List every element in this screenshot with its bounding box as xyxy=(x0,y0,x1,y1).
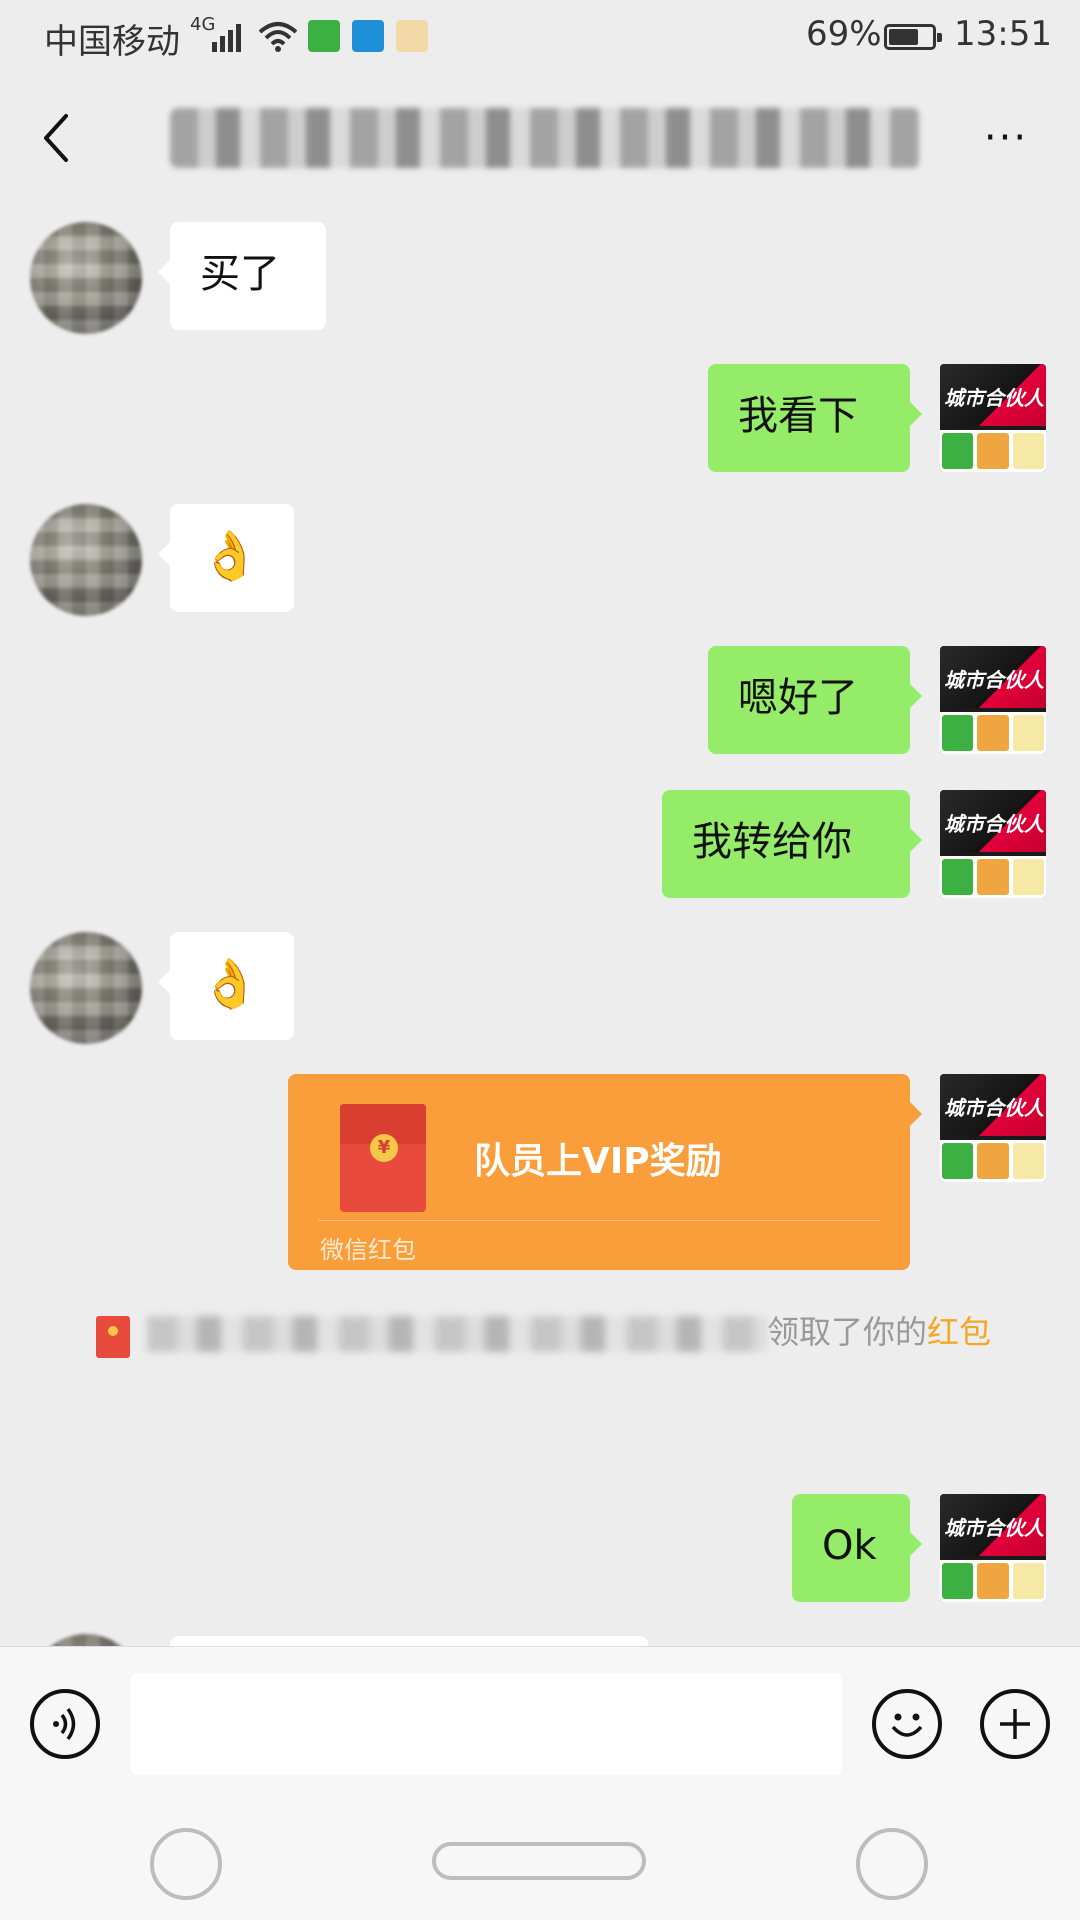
avatar-brand-text: 城市合伙人 xyxy=(944,668,1044,692)
input-bar xyxy=(0,1646,1080,1803)
message-bubble-incoming[interactable]: 买了 xyxy=(158,222,326,330)
message-list[interactable]: 买了 城市合伙人 我看下 👌 城市合伙人 嗯好了 城市合伙人 我转给你 👌 城市… xyxy=(0,198,1080,1646)
message-bubble-outgoing[interactable]: 我看下 xyxy=(708,364,922,472)
message-bubble-outgoing[interactable]: Ok xyxy=(792,1494,922,1602)
self-avatar[interactable]: 城市合伙人 xyxy=(940,364,1046,472)
self-avatar[interactable]: 城市合伙人 xyxy=(940,646,1046,754)
chat-title-redacted xyxy=(170,108,920,168)
contact-avatar[interactable] xyxy=(30,932,142,1044)
carrier-name: 中国移动 xyxy=(44,22,180,62)
signal-icon xyxy=(212,24,241,52)
fitness-app-icon xyxy=(352,20,384,52)
back-arrow-icon[interactable] xyxy=(30,108,90,168)
clock: 13:51 xyxy=(954,14,1052,54)
message-input[interactable] xyxy=(130,1673,842,1775)
more-options-button[interactable]: ··· xyxy=(976,118,1036,158)
assistant-icon[interactable] xyxy=(856,1828,928,1900)
self-avatar[interactable]: 城市合伙人 xyxy=(940,790,1046,898)
tiger-app-icon xyxy=(396,20,428,52)
self-avatar[interactable]: 城市合伙人 xyxy=(940,1074,1046,1182)
red-envelope-icon: ¥ xyxy=(340,1104,426,1212)
status-bar: 中国移动 4G 69% 13:51 xyxy=(0,0,1080,78)
voice-icon xyxy=(53,1707,76,1741)
red-packet-label: 微信红包 xyxy=(320,1236,416,1264)
message-bubble-incoming-emoji[interactable]: 👌 xyxy=(158,504,294,612)
contact-avatar[interactable] xyxy=(30,222,142,334)
system-nav-bar xyxy=(0,1802,1080,1920)
red-packet-card[interactable]: ¥ 队员上VIP奖励 微信红包 xyxy=(288,1074,922,1270)
chat-header: ··· xyxy=(0,78,1080,198)
avatar-brand-text: 城市合伙人 xyxy=(944,1096,1044,1120)
redacted-name xyxy=(146,1316,767,1352)
battery-icon xyxy=(884,24,942,50)
system-message: 领取了你的红包 xyxy=(96,1304,996,1360)
smiley-icon xyxy=(891,1713,923,1737)
message-bubble-outgoing[interactable]: 嗯好了 xyxy=(708,646,922,754)
red-packet-title: 队员上VIP奖励 xyxy=(474,1141,722,1182)
avatar-brand-text: 城市合伙人 xyxy=(944,812,1044,836)
voice-button[interactable] xyxy=(30,1689,100,1759)
emoji-button[interactable] xyxy=(872,1689,942,1759)
more-actions-button[interactable] xyxy=(980,1689,1050,1759)
avatar-brand-text: 城市合伙人 xyxy=(944,1516,1044,1540)
avatar-brand-text: 城市合伙人 xyxy=(944,386,1044,410)
recent-apps-icon[interactable] xyxy=(150,1828,222,1900)
message-bubble-outgoing[interactable]: 我转给你 xyxy=(662,790,922,898)
self-avatar[interactable]: 城市合伙人 xyxy=(940,1494,1046,1602)
system-message-text: 领取了你的 xyxy=(766,1313,927,1351)
red-packet-link[interactable]: 红包 xyxy=(927,1313,991,1351)
red-packet-divider xyxy=(318,1220,880,1221)
message-bubble-partial[interactable] xyxy=(170,1636,648,1646)
wifi-icon xyxy=(258,22,298,52)
runner-app-icon xyxy=(308,20,340,52)
home-pill[interactable] xyxy=(432,1842,646,1880)
contact-avatar-partial[interactable] xyxy=(30,1634,142,1646)
plus-icon xyxy=(1000,1709,1030,1739)
contact-avatar[interactable] xyxy=(30,504,142,616)
message-bubble-incoming-emoji[interactable]: 👌 xyxy=(158,932,294,1040)
battery-percent: 69% xyxy=(806,14,882,54)
